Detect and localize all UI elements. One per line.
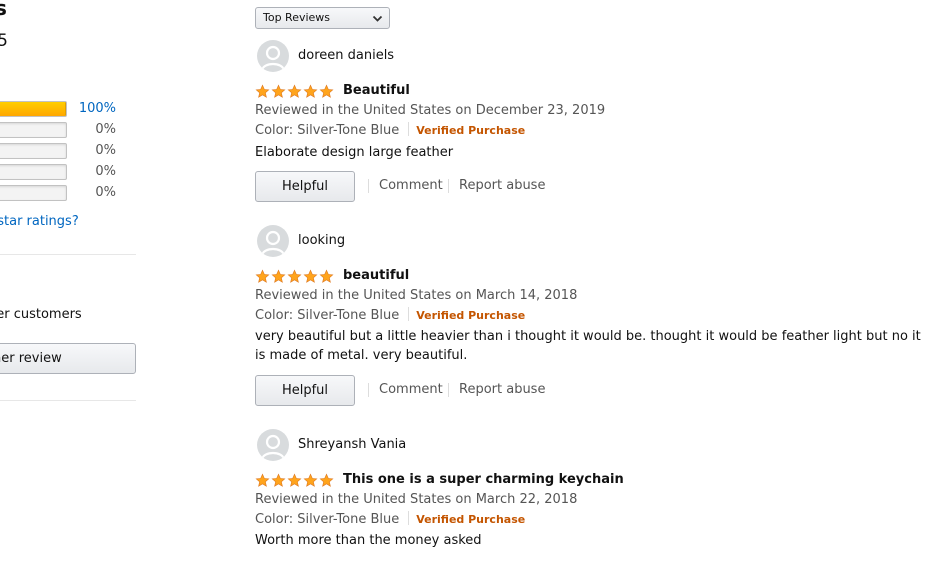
review-date: Reviewed in the United States on March 1… xyxy=(255,288,578,303)
star-icon xyxy=(319,84,334,98)
histogram-row-5-star[interactable]: 100% xyxy=(0,100,140,118)
star-icon xyxy=(271,269,286,283)
how-ratings-calculated-link[interactable]: te star ratings? xyxy=(0,214,79,229)
review-date: Reviewed in the United States on March 2… xyxy=(255,492,578,507)
reviews-heading: ys xyxy=(0,0,7,20)
histogram-bar xyxy=(0,164,67,180)
ratings-summary-panel: ys F 5 100% 0% 0% 0% 0% te star ratings?… xyxy=(0,0,140,561)
reviewer-name: Shreyansh Vania xyxy=(298,437,407,452)
histogram-row-3-star: 0% xyxy=(0,142,140,160)
star-icon xyxy=(303,84,318,98)
star-icon xyxy=(303,473,318,487)
write-review-button[interactable]: her review xyxy=(0,343,136,374)
helpful-button[interactable]: Helpful xyxy=(255,375,355,406)
review-meta: Color: Silver-Tone Blue Verified Purchase xyxy=(255,122,525,138)
sort-selected-value: Top Reviews xyxy=(263,11,331,24)
star-icon xyxy=(271,84,286,98)
star-icon xyxy=(287,84,302,98)
star-icon xyxy=(287,473,302,487)
review-meta: Color: Silver-Tone Blue Verified Purchase xyxy=(255,307,525,323)
variant-link[interactable]: Color: Silver-Tone Blue xyxy=(255,512,399,527)
histogram-row-4-star: 0% xyxy=(0,121,140,139)
review-body: very beautiful but a little heavier than… xyxy=(255,329,921,363)
review-meta: Color: Silver-Tone Blue Verified Purchase xyxy=(255,511,525,527)
chevron-down-icon xyxy=(372,15,383,22)
comment-link[interactable]: Comment xyxy=(379,178,443,193)
histogram-percent: 0% xyxy=(95,185,116,200)
histogram-bar xyxy=(0,143,67,159)
review-body: Worth more than the money asked xyxy=(255,533,482,548)
avatar xyxy=(257,429,289,461)
star-icon xyxy=(319,269,334,283)
star-rating[interactable] xyxy=(255,473,335,489)
star-icon xyxy=(287,269,302,283)
star-icon xyxy=(255,269,270,283)
reviewer-name: doreen daniels xyxy=(298,48,395,63)
verified-purchase-badge: Verified Purchase xyxy=(416,124,526,137)
histogram-percent: 0% xyxy=(95,164,116,179)
histogram-bar xyxy=(0,101,67,117)
histogram-row-1-star: 0% xyxy=(0,184,140,202)
star-icon xyxy=(255,473,270,487)
histogram-percent: 0% xyxy=(95,143,116,158)
variant-link[interactable]: Color: Silver-Tone Blue xyxy=(255,123,399,138)
report-abuse-link[interactable]: Report abuse xyxy=(459,382,545,397)
verified-purchase-badge: Verified Purchase xyxy=(416,513,526,526)
histogram-percent: 0% xyxy=(95,122,116,137)
rating-out-of-text: F 5 xyxy=(0,31,8,51)
reviewer-name: looking xyxy=(298,233,346,248)
star-icon xyxy=(271,473,286,487)
report-abuse-link[interactable]: Report abuse xyxy=(459,178,545,193)
helpful-button[interactable]: Helpful xyxy=(255,171,355,202)
star-icon xyxy=(255,84,270,98)
histogram-bar xyxy=(0,122,67,138)
review-date: Reviewed in the United States on Decembe… xyxy=(255,103,606,118)
histogram-bar xyxy=(0,185,67,201)
avatar xyxy=(257,225,289,257)
review-title[interactable]: Beautiful xyxy=(343,83,410,98)
sort-reviews-dropdown[interactable]: Top Reviews xyxy=(255,7,390,29)
share-thoughts-text: her customers xyxy=(0,307,82,322)
star-rating[interactable] xyxy=(255,84,335,100)
star-rating[interactable] xyxy=(255,269,335,285)
star-icon xyxy=(319,473,334,487)
star-icon xyxy=(303,269,318,283)
variant-link[interactable]: Color: Silver-Tone Blue xyxy=(255,308,399,323)
review-title[interactable]: This one is a super charming keychain xyxy=(343,472,624,487)
avatar xyxy=(257,40,289,72)
verified-purchase-badge: Verified Purchase xyxy=(416,309,526,322)
divider xyxy=(0,254,136,255)
review-body: Elaborate design large feather xyxy=(255,145,454,160)
comment-link[interactable]: Comment xyxy=(379,382,443,397)
histogram-row-2-star: 0% xyxy=(0,163,140,181)
review-title[interactable]: beautiful xyxy=(343,268,409,283)
histogram-percent[interactable]: 100% xyxy=(79,101,116,116)
divider xyxy=(0,400,136,401)
